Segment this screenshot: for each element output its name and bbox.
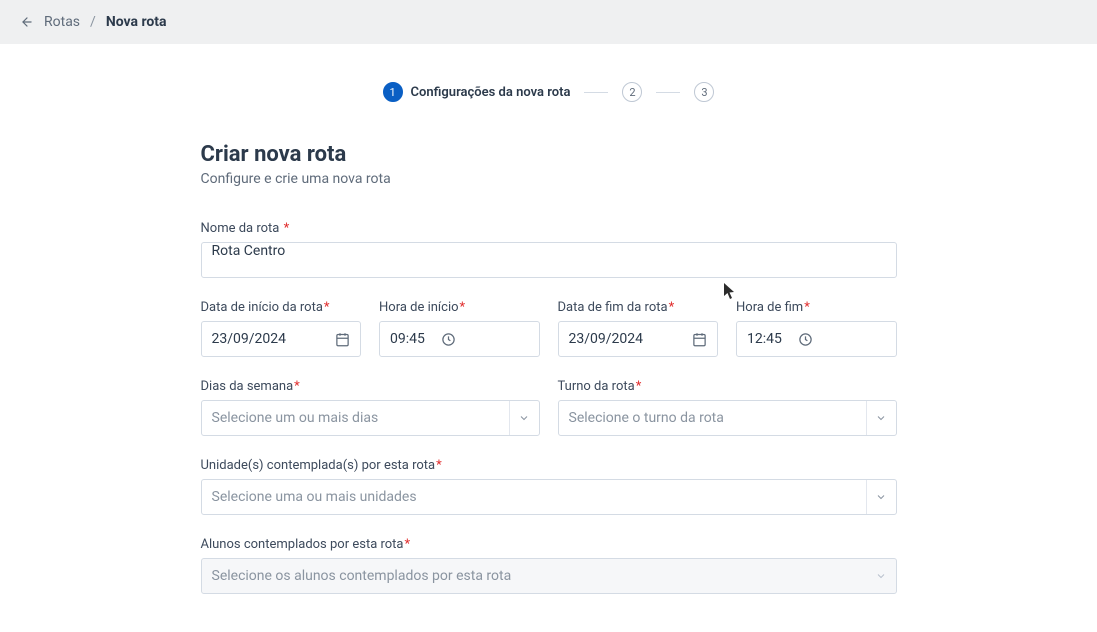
- calendar-icon: [335, 332, 350, 347]
- units-label: Unidade(s) contemplada(s) por esta rota*: [201, 458, 897, 473]
- step-1[interactable]: 1 Configurações da nova rota: [383, 82, 571, 102]
- students-label: Alunos contemplados por esta rota*: [201, 537, 897, 552]
- clock-icon: [798, 332, 813, 347]
- step-2[interactable]: 2: [622, 82, 642, 102]
- end-time-value: 12:45: [747, 331, 782, 347]
- calendar-icon: [692, 332, 707, 347]
- step-connector: [584, 92, 608, 93]
- stepper: 1 Configurações da nova rota 2 3: [8, 82, 1089, 102]
- page-subtitle: Configure e crie uma nova rota: [201, 171, 897, 187]
- step-3[interactable]: 3: [694, 82, 714, 102]
- chevron-down-icon: [866, 480, 896, 514]
- step-circle-2: 2: [622, 82, 642, 102]
- students-placeholder: Selecione os alunos contemplados por est…: [212, 568, 512, 584]
- start-date-value: 23/09/2024: [212, 331, 287, 347]
- end-date-label: Data de fim da rota*: [558, 300, 719, 315]
- end-time-input[interactable]: 12:45: [736, 321, 897, 357]
- students-select[interactable]: Selecione os alunos contemplados por est…: [201, 558, 897, 594]
- days-placeholder: Selecione um ou mais dias: [212, 410, 379, 426]
- breadcrumb-sep: /: [90, 14, 96, 30]
- step-circle-1: 1: [383, 82, 403, 102]
- step-circle-3: 3: [694, 82, 714, 102]
- back-arrow-icon[interactable]: [20, 15, 34, 29]
- days-label: Dias da semana*: [201, 379, 540, 394]
- units-select[interactable]: Selecione uma ou mais unidades: [201, 479, 897, 515]
- breadcrumb-current: Nova rota: [106, 14, 167, 30]
- breadcrumb: Rotas / Nova rota: [0, 0, 1097, 44]
- chevron-down-icon: [866, 559, 896, 593]
- shift-label: Turno da rota*: [558, 379, 897, 394]
- start-date-label: Data de início da rota*: [201, 300, 362, 315]
- start-time-input[interactable]: 09:45: [379, 321, 540, 357]
- clock-icon: [441, 332, 456, 347]
- start-time-label: Hora de início*: [379, 300, 540, 315]
- shift-select[interactable]: Selecione o turno da rota: [558, 400, 897, 436]
- end-date-value: 23/09/2024: [569, 331, 644, 347]
- route-name-input[interactable]: Rota Centro: [201, 242, 897, 278]
- start-time-value: 09:45: [390, 331, 425, 347]
- page-title: Criar nova rota: [201, 142, 897, 167]
- end-time-label: Hora de fim*: [736, 300, 897, 315]
- step-label-1: Configurações da nova rota: [411, 85, 571, 100]
- chevron-down-icon: [509, 401, 539, 435]
- days-select[interactable]: Selecione um ou mais dias: [201, 400, 540, 436]
- chevron-down-icon: [866, 401, 896, 435]
- start-date-input[interactable]: 23/09/2024: [201, 321, 362, 357]
- shift-placeholder: Selecione o turno da rota: [569, 410, 724, 426]
- units-placeholder: Selecione uma ou mais unidades: [212, 489, 417, 505]
- breadcrumb-parent[interactable]: Rotas: [44, 14, 80, 30]
- route-name-value: Rota Centro: [212, 243, 286, 259]
- step-connector: [656, 92, 680, 93]
- end-date-input[interactable]: 23/09/2024: [558, 321, 719, 357]
- route-name-label: Nome da rota *: [201, 221, 897, 236]
